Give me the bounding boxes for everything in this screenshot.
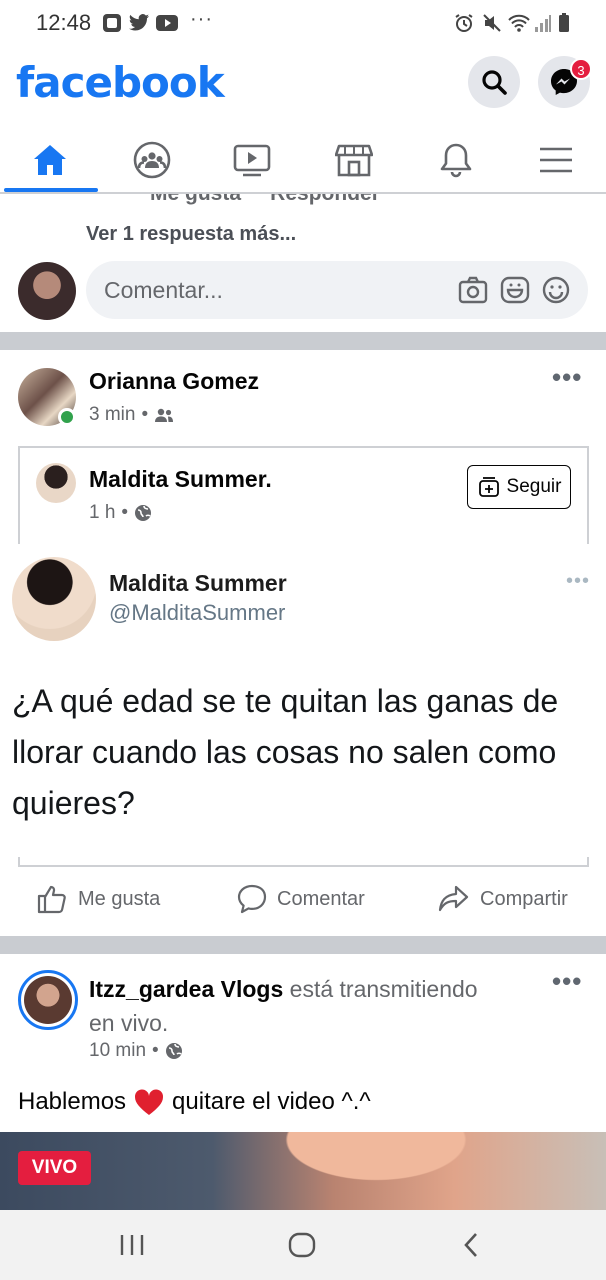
live-post-options-button[interactable]: ••• <box>552 966 582 997</box>
comment-button[interactable]: Comentar <box>237 883 365 915</box>
shared-meta: 1 h • <box>89 502 152 524</box>
comment-icon <box>237 884 267 914</box>
comment-label: Comentar <box>277 887 365 910</box>
camera-icon[interactable] <box>458 276 488 304</box>
like-label: Me gusta <box>78 887 161 910</box>
mute-icon <box>482 13 502 33</box>
back-nav-button[interactable] <box>460 1232 484 1258</box>
shared-page-name[interactable]: Maldita Summer. <box>89 466 272 493</box>
live-post-text-end: quitare el video ^.^ <box>172 1088 371 1115</box>
tab-home[interactable] <box>0 132 100 188</box>
post-meta: 3 min • <box>89 404 174 426</box>
search-icon <box>482 70 507 95</box>
live-author-name[interactable]: Itzz_gardea Vlogs <box>89 976 283 1002</box>
separator-dot: • <box>152 1040 159 1061</box>
watch-icon <box>233 144 271 177</box>
like-button[interactable]: Me gusta <box>36 883 160 915</box>
partial-comment-actions-clip: Me gusta Responder <box>0 194 606 208</box>
more-replies-link[interactable]: Ver 1 respuesta más... <box>86 223 296 246</box>
share-label: Compartir <box>480 887 568 910</box>
recent-apps-button[interactable] <box>118 1233 146 1257</box>
follow-label: Seguir <box>506 476 562 497</box>
shared-post-frame-bottom <box>18 857 589 867</box>
emoji-icon[interactable] <box>542 276 570 304</box>
online-status-dot <box>58 408 76 426</box>
groups-icon <box>133 141 171 179</box>
video-frame-detail <box>220 1132 480 1210</box>
live-author-photo <box>24 976 72 1024</box>
share-icon <box>438 885 469 912</box>
feed-separator <box>0 332 606 350</box>
more-notifications: ··· <box>190 8 213 30</box>
tweet-options-icon: ••• <box>566 570 591 592</box>
menu-icon <box>540 147 572 173</box>
live-post-time[interactable]: 10 min <box>89 1040 146 1062</box>
follow-button[interactable]: Seguir <box>467 465 571 509</box>
facebook-logo[interactable]: facebook <box>16 58 225 107</box>
feed-separator <box>0 936 606 954</box>
notifications-icon <box>440 143 472 178</box>
youtube-icon <box>156 13 178 33</box>
recents-icon <box>120 1235 144 1255</box>
tab-marketplace[interactable] <box>304 132 404 188</box>
signal-icon <box>534 13 554 33</box>
globe-icon <box>165 1043 182 1059</box>
tweet-author-name: Maldita Summer <box>109 570 287 596</box>
comment-actions-partial[interactable]: Me gusta Responder <box>150 194 380 206</box>
search-button[interactable] <box>468 56 520 108</box>
separator-dot: • <box>141 404 149 425</box>
tab-menu[interactable] <box>506 132 606 188</box>
shared-time[interactable]: 1 h <box>89 502 115 524</box>
globe-icon <box>135 505 152 521</box>
tweet-avatar <box>12 557 96 641</box>
like-icon <box>37 885 66 914</box>
home-icon <box>34 145 66 175</box>
twitter-icon <box>128 13 150 33</box>
live-author-avatar[interactable] <box>18 970 78 1030</box>
home-circle-icon <box>288 1232 316 1258</box>
tweet-text: ¿A qué edad se te quitan las ganas de ll… <box>12 683 559 821</box>
separator-dot: • <box>121 502 129 523</box>
wifi-icon <box>508 13 530 33</box>
comment-input[interactable]: Comentar... <box>86 261 588 319</box>
live-status-text-2: en vivo. <box>89 1010 169 1036</box>
sticker-icon[interactable] <box>500 276 530 304</box>
post-author[interactable]: Orianna Gomez <box>89 368 259 395</box>
tab-notifications[interactable] <box>406 132 506 188</box>
messenger-badge: 3 <box>570 58 592 80</box>
home-nav-button[interactable] <box>288 1232 316 1258</box>
live-status-text: está transmitiendo <box>283 976 478 1002</box>
status-bar: 12:48 ··· <box>0 0 606 46</box>
status-time: 12:48 <box>36 10 92 35</box>
marketplace-icon <box>335 144 373 177</box>
live-post-header: Itzz_gardea Vlogs está transmitiendo en … <box>89 972 529 1040</box>
red-heart-icon <box>135 1089 164 1115</box>
system-navigation-bar <box>0 1210 606 1280</box>
shared-page-avatar[interactable] <box>36 463 76 503</box>
live-post-text: Hablemos quitare el video ^.^ <box>18 1088 371 1116</box>
tab-watch[interactable] <box>202 132 302 188</box>
current-user-avatar[interactable] <box>18 262 76 320</box>
notification-app-icon <box>102 13 122 33</box>
tweet-handle: @MalditaSummer <box>109 600 286 625</box>
comment-placeholder: Comentar... <box>104 277 223 303</box>
post-time[interactable]: 3 min <box>89 404 135 426</box>
live-post-meta: 10 min • <box>89 1040 183 1062</box>
tab-groups[interactable] <box>102 132 202 188</box>
follow-page-icon <box>478 477 499 497</box>
friends-privacy-icon <box>155 408 174 422</box>
battery-icon <box>558 13 578 33</box>
alarm-icon <box>454 13 474 33</box>
post-options-button[interactable]: ••• <box>552 362 582 393</box>
live-badge: VIVO <box>18 1151 91 1185</box>
share-button[interactable]: Compartir <box>438 883 568 915</box>
back-icon <box>464 1233 477 1257</box>
live-post-text-start: Hablemos <box>18 1088 127 1115</box>
